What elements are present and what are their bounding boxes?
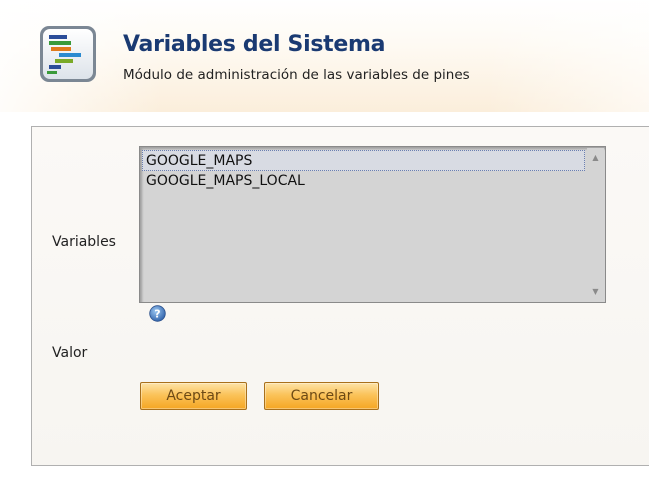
page-subtitle: Módulo de administración de las variable… <box>123 67 470 83</box>
scroll-down-arrow-icon[interactable]: ▼ <box>587 283 604 300</box>
variables-list-items: GOOGLE_MAPS GOOGLE_MAPS_LOCAL <box>142 150 585 192</box>
accept-button[interactable]: Aceptar <box>140 382 247 410</box>
cancel-button[interactable]: Cancelar <box>264 382 379 410</box>
page-title: Variables del Sistema <box>123 32 386 57</box>
listbox-scrollbar[interactable]: ▲ ▼ <box>587 148 604 301</box>
variables-label: Variables <box>52 234 116 250</box>
list-item-google-maps[interactable]: GOOGLE_MAPS <box>142 150 585 171</box>
scroll-up-arrow-icon[interactable]: ▲ <box>587 149 604 166</box>
list-item-google-maps-local[interactable]: GOOGLE_MAPS_LOCAL <box>142 171 585 192</box>
list-gantt-icon <box>40 26 96 82</box>
valor-label: Valor <box>52 345 88 361</box>
svg-text:?: ? <box>154 308 160 321</box>
question-mark-icon[interactable]: ? <box>149 305 166 322</box>
variables-listbox[interactable]: GOOGLE_MAPS GOOGLE_MAPS_LOCAL ▲ ▼ <box>139 146 606 303</box>
